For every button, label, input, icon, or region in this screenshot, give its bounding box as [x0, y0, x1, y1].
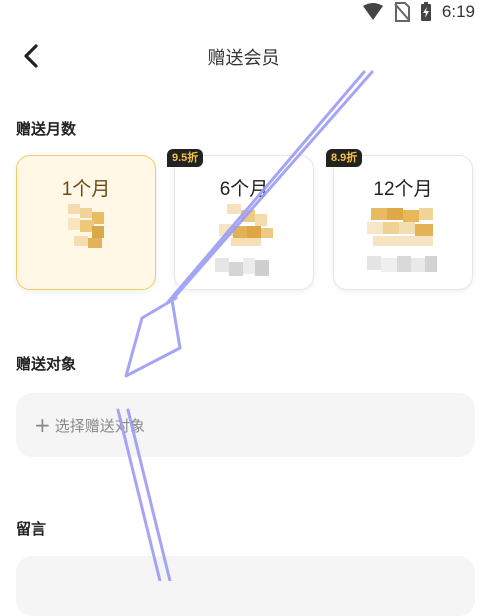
no-sim-icon — [394, 2, 410, 22]
plan-card-6-months[interactable]: 9.5折 6个月 — [167, 149, 314, 290]
plan-name: 12个月 — [373, 179, 433, 200]
pixelated-price — [367, 208, 433, 246]
nav-bar: 赠送会员 — [0, 32, 487, 80]
status-time: 6:19 — [441, 2, 475, 21]
pixelated-original-price — [215, 258, 269, 276]
plan-card-12-months[interactable]: 8.9折 12个月 — [326, 149, 473, 290]
discount-badge: 8.9折 — [326, 149, 363, 167]
plan-options: 1个月 9.5折 6个月 8.9折 12个月 — [16, 149, 473, 292]
pixelated-price — [219, 204, 273, 246]
select-recipient-field[interactable]: + 选择赠送对象 — [16, 393, 475, 457]
message-section-label: 留言 — [16, 520, 47, 538]
message-input[interactable] — [16, 556, 475, 616]
status-bar: 6:19 — [0, 0, 487, 28]
wifi-icon — [362, 3, 383, 20]
plus-icon: + — [34, 413, 51, 437]
battery-charging-icon — [420, 2, 431, 21]
plan-name: 6个月 — [219, 179, 269, 200]
target-section-label: 赠送对象 — [16, 355, 77, 373]
select-recipient-placeholder: 选择赠送对象 — [54, 416, 145, 435]
pixelated-original-price — [367, 256, 437, 272]
plan-name: 1个月 — [61, 179, 111, 200]
discount-badge: 9.5折 — [167, 149, 204, 167]
months-section-label: 赠送月数 — [16, 120, 77, 138]
pixelated-price — [68, 204, 104, 248]
page-title: 赠送会员 — [207, 48, 280, 69]
plan-card-1-month[interactable]: 1个月 — [16, 155, 156, 290]
